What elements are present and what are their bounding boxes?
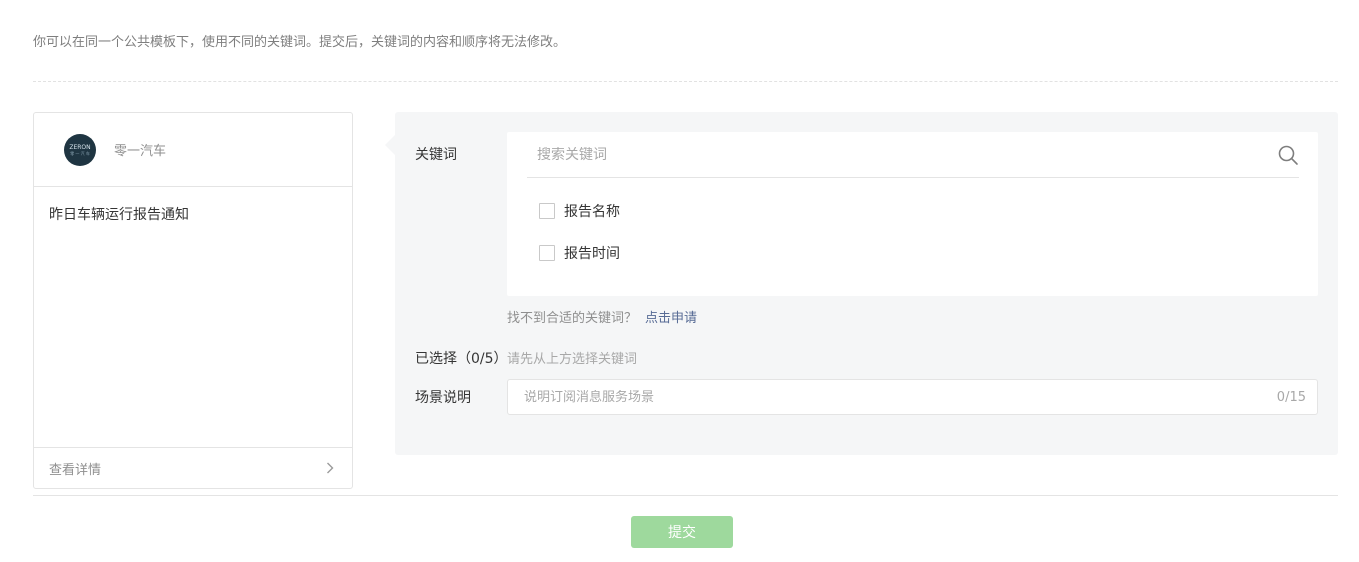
keyword-checkbox[interactable] [539, 245, 555, 261]
scene-char-counter: 0/15 [1276, 389, 1306, 405]
keyword-option[interactable]: 报告时间 [539, 243, 620, 263]
submit-button[interactable]: 提交 [631, 516, 733, 548]
search-icon[interactable] [1277, 144, 1299, 166]
selected-count-label: 已选择（0/5） [415, 351, 508, 367]
message-preview-card: ZERON 零 一 汽 车 零一汽车 昨日车辆运行报告通知 查看详情 [33, 112, 353, 489]
view-details-link[interactable]: 查看详情 [34, 447, 352, 488]
keyword-search [527, 132, 1299, 178]
keyword-checkbox[interactable] [539, 203, 555, 219]
brand-name: 零一汽车 [114, 144, 167, 159]
selected-placeholder: 请先从上方选择关键词 [507, 352, 638, 367]
chevron-right-icon [323, 461, 337, 475]
scene-field: 0/15 [507, 379, 1318, 415]
preview-title: 昨日车辆运行报告通知 [49, 207, 189, 223]
view-details-label: 查看详情 [49, 462, 102, 478]
keywords-label: 关键词 [415, 147, 457, 163]
panel-pointer [385, 135, 395, 155]
scene-label: 场景说明 [415, 390, 471, 406]
keyword-search-input[interactable] [537, 146, 1237, 163]
keyword-option-label: 报告名称 [564, 204, 620, 220]
keyword-hint: 找不到合适的关键词？ 点击申请 [507, 307, 697, 326]
avatar-logo-subtext: 零 一 汽 车 [70, 150, 90, 156]
preview-header: ZERON 零 一 汽 车 零一汽车 [34, 113, 352, 187]
instruction-text: 你可以在同一个公共模板下，使用不同的关键词。提交后，关键词的内容和顺序将无法修改… [33, 35, 567, 50]
keyword-option-label: 报告时间 [564, 246, 620, 262]
keyword-option[interactable]: 报告名称 [539, 201, 620, 221]
scene-input[interactable] [524, 389, 1224, 405]
keyword-hint-text: 找不到合适的关键词？ [507, 311, 638, 326]
footer-divider [33, 495, 1338, 496]
dashed-divider [33, 81, 1338, 82]
keyword-config-panel: 关键词 报告名称 报告时间 找不到合适的关键词？ 点击申请 已选择（0/5） 请先… [385, 112, 1338, 455]
avatar: ZERON 零 一 汽 车 [64, 133, 96, 166]
apply-keyword-link[interactable]: 点击申请 [645, 311, 697, 326]
keyword-list-box: 报告名称 报告时间 [507, 132, 1318, 296]
avatar-logo-text: ZERON [69, 143, 91, 151]
